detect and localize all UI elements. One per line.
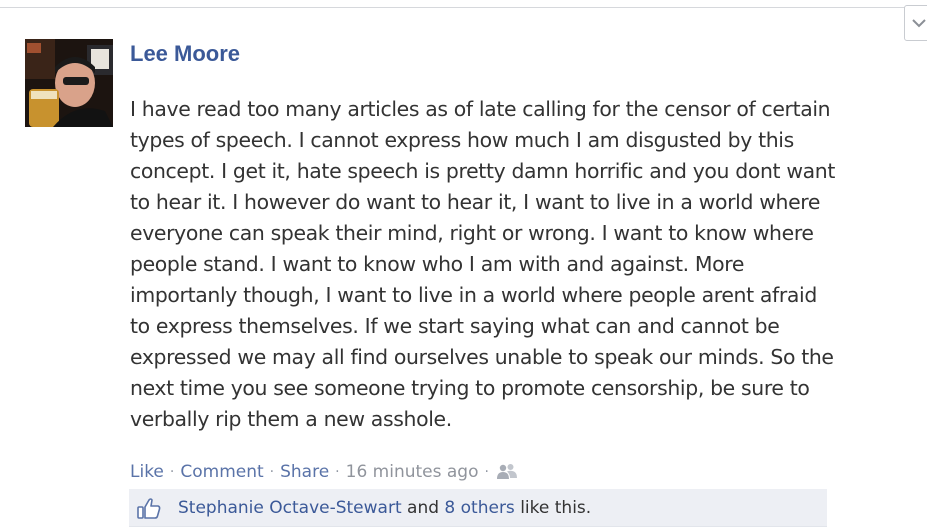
post-text-line: importanly though, I want to live in a w… [130, 283, 817, 307]
timestamp[interactable]: 16 minutes ago [346, 460, 479, 484]
separator: · [269, 464, 275, 480]
post-text-line: next time you see someone trying to prom… [130, 376, 810, 400]
likes-summary: Stephanie Octave-Stewart and 8 others li… [129, 489, 827, 527]
post-text-line: I have read too many articles as of late… [130, 97, 831, 121]
separator: · [335, 464, 340, 480]
chevron-down-icon [912, 19, 926, 28]
post-text-line: to hear it. I however do want to hear it… [130, 190, 821, 214]
liker-name-link[interactable]: Stephanie Octave-Stewart [178, 498, 402, 518]
avatar[interactable] [25, 39, 113, 127]
thumbs-up-icon [137, 497, 161, 523]
separator: · [484, 464, 489, 480]
post-text-line: expressed we may all find ourselves unab… [130, 345, 834, 369]
post-text: I have read too many articles as of late… [130, 94, 875, 435]
post-author[interactable]: Lee Moore [130, 41, 240, 67]
friends-icon[interactable] [496, 463, 517, 481]
like-link[interactable]: Like [130, 460, 164, 484]
post-text-line: people stand. I want to know who I am wi… [130, 252, 745, 276]
post-options-button[interactable] [904, 5, 927, 41]
likes-text: Stephanie Octave-Stewart and 8 others li… [178, 497, 591, 519]
post-text-line: everyone can speak their mind, right or … [130, 221, 814, 245]
comment-link[interactable]: Comment [180, 460, 263, 484]
likes-suffix: like this. [514, 498, 592, 518]
post-text-line: types of speech. I cannot express how mu… [130, 128, 794, 152]
post-text-line: to express themselves. If we start sayin… [130, 314, 780, 338]
post-text-line: verbally rip them a new asshole. [130, 407, 452, 431]
separator: · [169, 464, 175, 480]
post-actions: Like · Comment · Share · 16 minutes ago … [130, 460, 517, 484]
likes-conjunction: and [401, 498, 445, 518]
facebook-post: Lee Moore I have read too many articles … [0, 0, 927, 530]
divider [0, 7, 927, 8]
post-text-line: concept. I get it, hate speech is pretty… [130, 159, 836, 183]
others-link[interactable]: 8 others [444, 498, 514, 518]
share-link[interactable]: Share [280, 460, 329, 484]
